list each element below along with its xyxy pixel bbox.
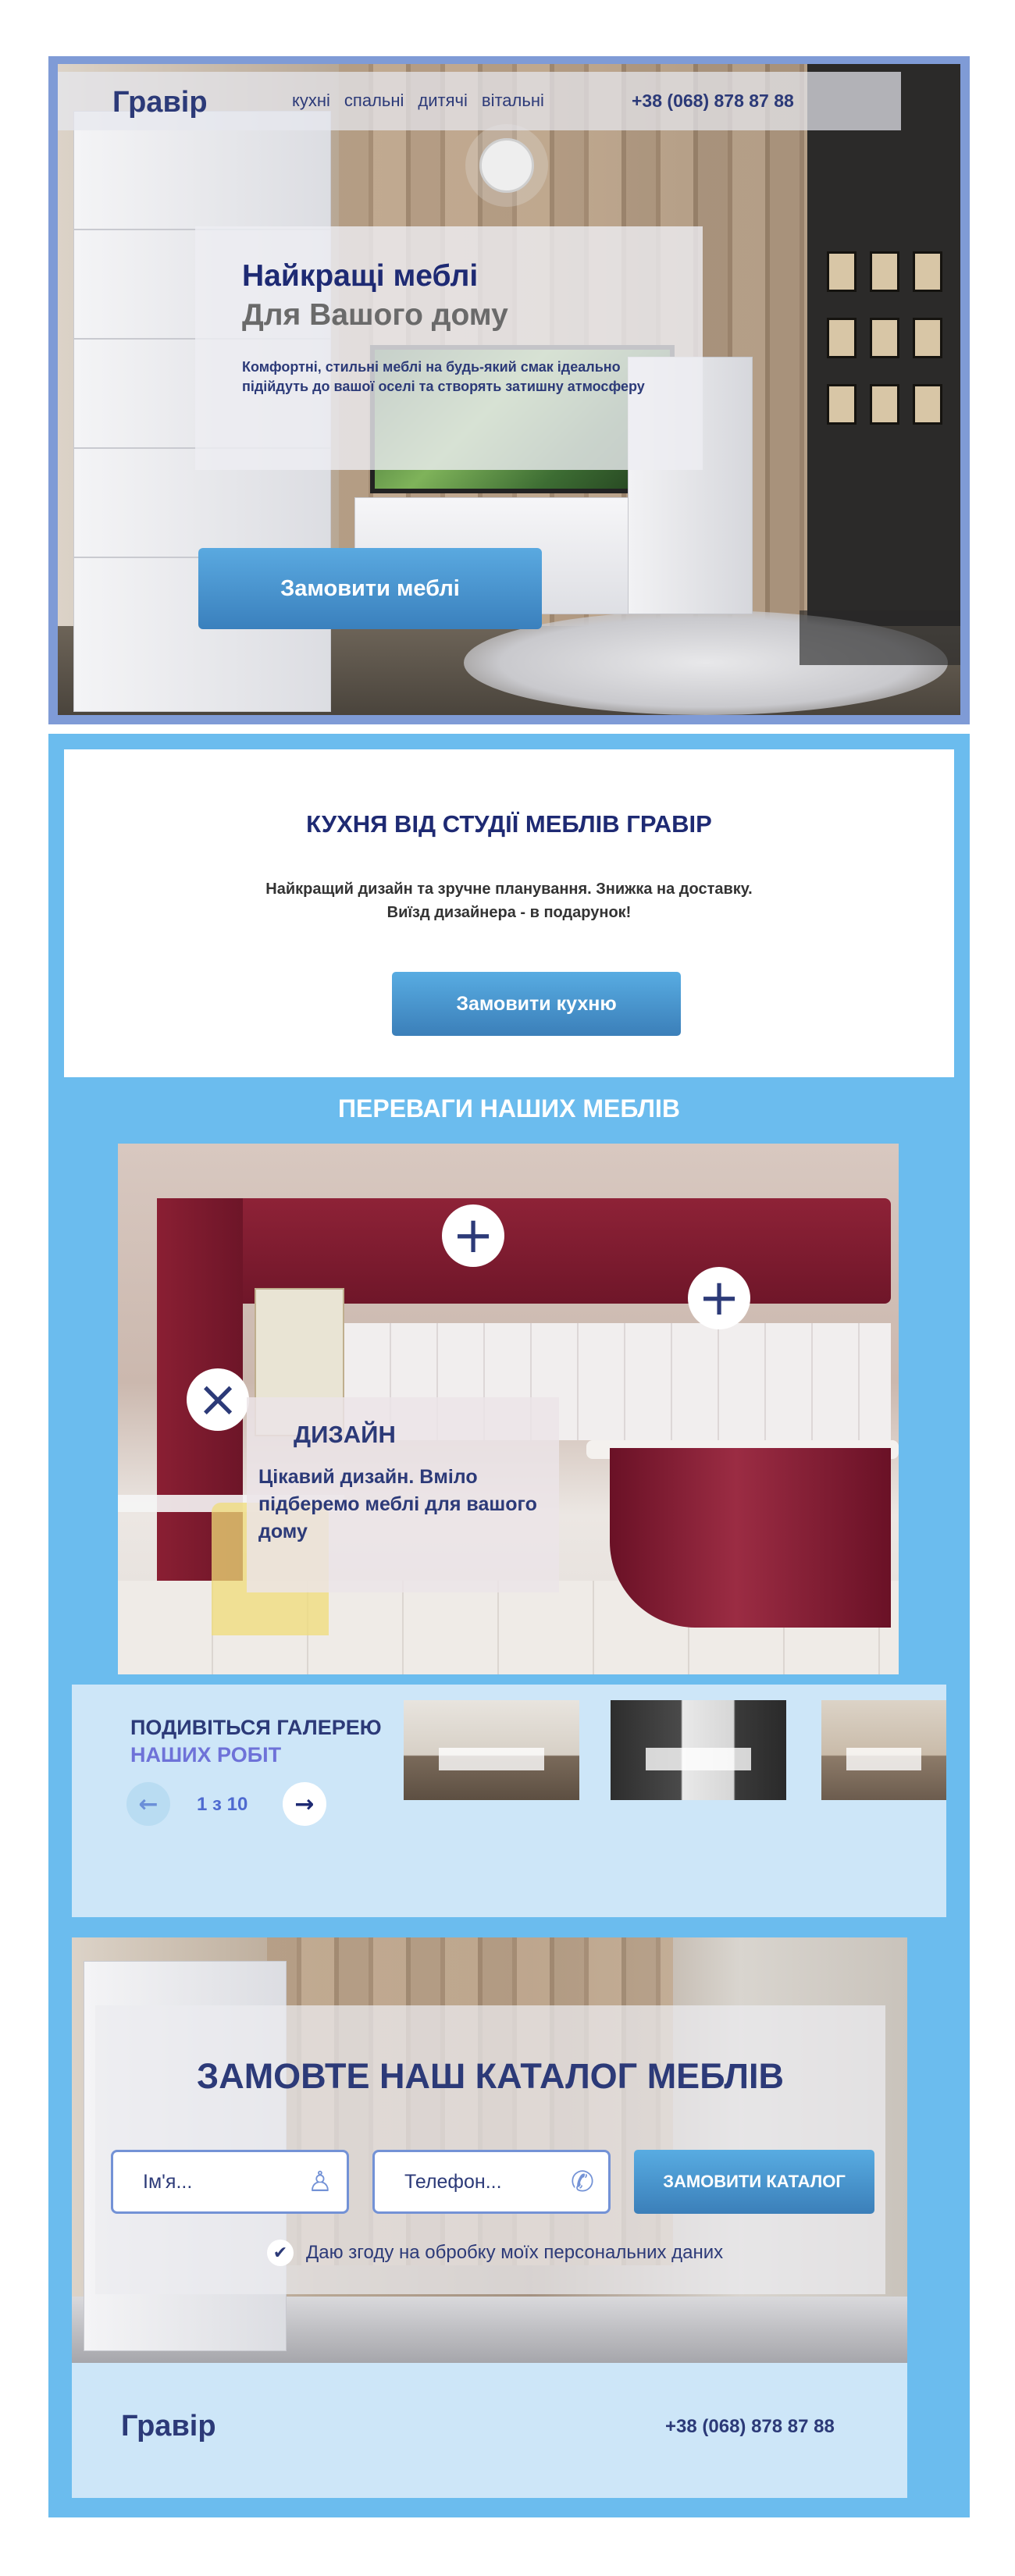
- kitchen-island: [610, 1448, 891, 1628]
- kitchen-title: КУХНЯ ВІД СТУДІЇ МЕБЛІВ ГРАВІР: [306, 810, 712, 838]
- gallery-title-line-1: ПОДИВІТЬСЯ ГАЛЕРЕЮ: [130, 1716, 382, 1739]
- hero-text-box: Найкращі меблі Для Вашого дому Комфортні…: [195, 226, 703, 470]
- hero-subtitle: Для Вашого дому: [242, 298, 508, 332]
- advantages-title: ПЕРЕВАГИ НАШИХ МЕБЛІВ: [338, 1094, 680, 1123]
- phone-icon: ✆: [570, 2165, 594, 2198]
- gallery-section: ПОДИВІТЬСЯ ГАЛЕРЕЮ НАШИХ РОБІТ ← 1 з 10 …: [72, 1685, 946, 1917]
- order-catalog-button[interactable]: ЗАМОВИТИ КАТАЛОГ: [634, 2150, 874, 2214]
- kitchen-text-line-2: Виїзд дизайнера - в подарунок!: [386, 904, 632, 921]
- gallery-thumbnail[interactable]: [821, 1700, 946, 1800]
- user-icon: ♙: [307, 2165, 333, 2198]
- plus-icon[interactable]: +: [688, 1267, 750, 1329]
- gallery-title-line-2[interactable]: НАШИХ РОБІТ: [130, 1743, 281, 1767]
- logo[interactable]: Гравір: [112, 86, 208, 119]
- phone-input[interactable]: [404, 2170, 561, 2194]
- hero-frame: Гравір кухні спальні дитячі вітальні +38…: [48, 56, 970, 724]
- order-furniture-button[interactable]: Замовити меблі: [198, 548, 542, 629]
- footer-phone[interactable]: +38 (068) 878 87 88: [665, 2416, 835, 2438]
- name-input[interactable]: [143, 2170, 299, 2194]
- hero-title: Найкращі меблі: [242, 259, 479, 293]
- menu-item-living-rooms[interactable]: вітальні: [482, 91, 544, 111]
- wall-pictures: [827, 251, 944, 454]
- kitchen-promo-card: КУХНЯ ВІД СТУДІЇ МЕБЛІВ ГРАВІР Найкращий…: [64, 749, 954, 1077]
- catalog-title: ЗАМОВТЕ НАШ КАТАЛОГ МЕБЛІВ: [197, 2056, 784, 2096]
- arrow-right-icon[interactable]: →: [283, 1782, 326, 1826]
- catalog-order-section: ЗАМОВТЕ НАШ КАТАЛОГ МЕБЛІВ ♙ ✆ ЗАМОВИТИ …: [72, 1937, 907, 2363]
- menu-item-kids[interactable]: дитячі: [418, 91, 467, 111]
- consent-checkbox[interactable]: ✔: [267, 2240, 294, 2266]
- wall-clock: [479, 138, 534, 193]
- hero-section: Гравір кухні спальні дитячі вітальні +38…: [58, 64, 960, 715]
- advantages-kitchen-image: + + × ДИЗАЙН Цікавий дизайн. Вміло підбе…: [118, 1144, 899, 1674]
- consent-label: Даю згоду на обробку моїх персональних д…: [306, 2242, 724, 2263]
- phone-field: ✆: [372, 2150, 611, 2214]
- plus-icon[interactable]: +: [442, 1204, 504, 1267]
- header-phone[interactable]: +38 (068) 878 87 88: [632, 91, 794, 112]
- catalog-form-box: ЗАМОВТЕ НАШ КАТАЛОГ МЕБЛІВ ♙ ✆ ЗАМОВИТИ …: [95, 2005, 885, 2294]
- hero-coffee-table: [800, 610, 960, 665]
- check-icon: ✔: [272, 2243, 288, 2263]
- top-navigation: Гравір кухні спальні дитячі вітальні +38…: [58, 72, 960, 130]
- menu-item-kitchens[interactable]: кухні: [292, 91, 330, 111]
- hero-description: Комфортні, стильні меблі на будь-який см…: [242, 359, 645, 394]
- kitchen-text-line-1: Найкращий дизайн та зручне планування. З…: [265, 881, 753, 898]
- gallery-thumbnail[interactable]: [611, 1700, 786, 1800]
- advantage-info-box: ДИЗАЙН Цікавий дизайн. Вміло підберемо м…: [247, 1397, 559, 1592]
- footer: Гравір +38 (068) 878 87 88: [72, 2363, 907, 2498]
- gallery-thumbnail[interactable]: [404, 1700, 579, 1800]
- main-blue-section: КУХНЯ ВІД СТУДІЇ МЕБЛІВ ГРАВІР Найкращий…: [48, 734, 970, 2517]
- advantage-title: ДИЗАЙН: [294, 1421, 396, 1448]
- name-field: ♙: [111, 2150, 349, 2214]
- close-icon[interactable]: ×: [187, 1368, 249, 1431]
- order-kitchen-button[interactable]: Замовити кухню: [392, 972, 681, 1036]
- menu-item-bedrooms[interactable]: спальні: [344, 91, 404, 111]
- main-menu: кухні спальні дитячі вітальні: [292, 91, 544, 111]
- gallery-pager: 1 з 10: [197, 1794, 248, 1815]
- consent-row: ✔ Даю згоду на обробку моїх персональних…: [267, 2240, 723, 2266]
- advantage-text: Цікавий дизайн. Вміло підберемо меблі дл…: [258, 1466, 537, 1542]
- footer-logo[interactable]: Гравір: [121, 2410, 216, 2443]
- arrow-left-icon[interactable]: ←: [126, 1782, 170, 1826]
